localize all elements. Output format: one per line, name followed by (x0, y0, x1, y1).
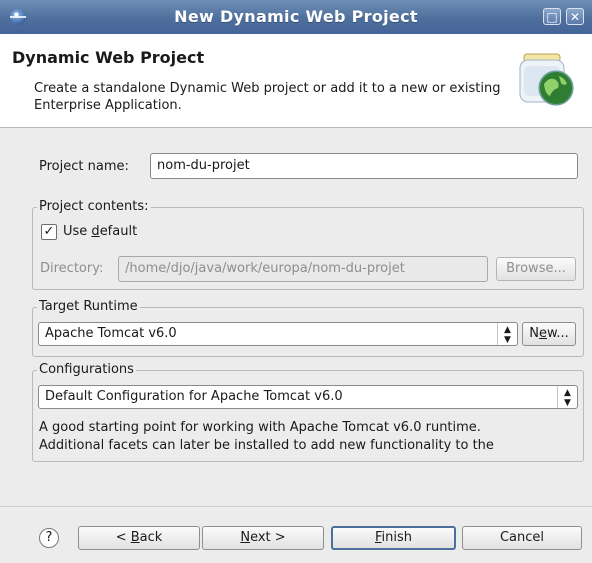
configuration-description-line: Additional facets can later be installed… (39, 438, 494, 453)
back-button[interactable]: < Back (78, 526, 200, 550)
close-icon[interactable]: ✕ (566, 8, 584, 25)
select-arrows-icon: ▲ ▼ (497, 323, 517, 345)
configurations-select[interactable]: Default Configuration for Apache Tomcat … (38, 385, 578, 409)
configurations-value: Default Configuration for Apache Tomcat … (45, 389, 343, 404)
configuration-description-line: A good starting point for working with A… (39, 420, 481, 435)
window-title: New Dynamic Web Project (174, 7, 418, 26)
target-runtime-select[interactable]: Apache Tomcat v6.0 ▲ ▼ (38, 322, 518, 346)
window-titlebar[interactable]: New Dynamic Web Project □ ✕ (0, 0, 592, 34)
browse-button[interactable]: Browse... (496, 257, 576, 281)
maximize-icon[interactable]: □ (543, 8, 561, 25)
project-contents-legend: Project contents: (37, 198, 151, 216)
directory-input[interactable]: /home/djo/java/work/europa/nom-du-projet (118, 256, 488, 282)
use-default-label[interactable]: Use default (63, 224, 137, 239)
project-name-input[interactable]: nom-du-projet (150, 153, 578, 179)
project-name-label: Project name: (39, 159, 129, 174)
select-arrows-icon: ▲ ▼ (557, 386, 577, 408)
wizard-title: Dynamic Web Project (12, 48, 205, 67)
next-button[interactable]: Next > (202, 526, 324, 550)
use-default-checkbox[interactable]: ✓ (41, 224, 57, 240)
web-project-wizard-icon (519, 53, 574, 106)
help-icon[interactable]: ? (39, 528, 59, 548)
cancel-button[interactable]: Cancel (462, 526, 582, 550)
finish-button[interactable]: Finish (331, 526, 456, 550)
configurations-legend: Configurations (37, 361, 136, 379)
configuration-description: A good starting point for working with A… (39, 419, 579, 455)
wizard-content: Project name: nom-du-projet Project cont… (0, 128, 592, 563)
wizard-header: Dynamic Web Project Create a standalone … (0, 34, 592, 128)
target-runtime-value: Apache Tomcat v6.0 (45, 326, 177, 341)
button-bar-separator (0, 506, 592, 507)
target-runtime-legend: Target Runtime (37, 298, 140, 316)
directory-label: Directory: (40, 261, 104, 276)
wizard-description: Create a standalone Dynamic Web project … (34, 81, 501, 113)
new-runtime-button[interactable]: New... (522, 322, 576, 346)
